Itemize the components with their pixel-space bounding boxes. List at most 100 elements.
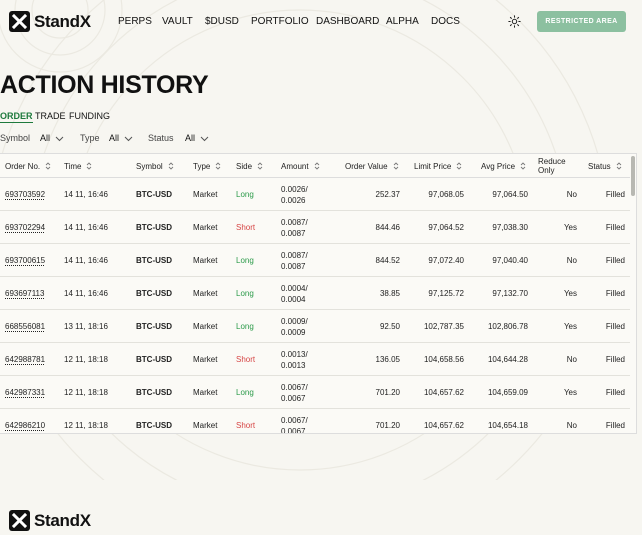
symbol-filter-select[interactable]: All: [40, 133, 50, 143]
type-cell: Market: [193, 289, 218, 298]
amount-filled: 0.0067/: [281, 415, 308, 425]
limit-price-cell: 97,072.40: [428, 256, 464, 265]
avg-price-cell: 104,654.18: [487, 421, 528, 430]
table-row[interactable]: 668556081 13 11, 18:16 BTC-USD Market Long 0.…: [0, 310, 630, 343]
col-label: Order Value: [345, 161, 388, 171]
col-status[interactable]: Status: [588, 154, 622, 178]
standx-logo-icon: [9, 11, 30, 32]
sort-icon[interactable]: [314, 162, 320, 170]
nav-item-alpha[interactable]: ALPHA: [386, 16, 419, 27]
sort-icon[interactable]: [168, 162, 174, 170]
table-row[interactable]: 693702294 14 11, 16:46 BTC-USD Market Short 0…: [0, 211, 630, 244]
amount-cell: 0.0013/0.0013: [281, 343, 308, 376]
col-label: Limit Price: [414, 161, 452, 171]
time-cell: 14 11, 16:46: [64, 223, 108, 232]
tab-trade[interactable]: TRADE: [35, 111, 66, 121]
reduce-only-cell: No: [566, 355, 577, 364]
order-no-link[interactable]: 642986210: [5, 421, 45, 430]
status-filter-select[interactable]: All: [185, 133, 195, 143]
col-label: Symbol: [136, 161, 163, 171]
col-limit-price[interactable]: Limit Price: [414, 154, 462, 178]
amount-cell: 0.0004/0.0004: [281, 277, 308, 310]
avg-price-cell: 97,040.40: [492, 256, 528, 265]
col-side[interactable]: Side: [236, 154, 263, 178]
sort-icon[interactable]: [393, 162, 399, 170]
chevron-down-icon[interactable]: [200, 136, 209, 142]
col-order-no[interactable]: Order No.: [5, 154, 51, 178]
nav-item-vault[interactable]: VAULT: [162, 16, 193, 27]
type-cell: Market: [193, 190, 218, 199]
col-order-value[interactable]: Order Value: [345, 154, 399, 178]
tab-order[interactable]: ORDER: [0, 111, 33, 123]
sort-icon[interactable]: [215, 162, 221, 170]
time-cell: 13 11, 18:16: [64, 322, 108, 331]
status-cell: Filled: [605, 421, 625, 430]
sort-icon[interactable]: [520, 162, 526, 170]
brand-name: StandX: [34, 11, 91, 31]
time-cell: 14 11, 16:46: [64, 256, 108, 265]
side-cell: Long: [236, 322, 254, 331]
order-no-link[interactable]: 642987331: [5, 388, 45, 397]
nav-item-docs[interactable]: DOCS: [431, 16, 460, 27]
amount-total: 0.0067: [281, 393, 306, 403]
col-reduce-only[interactable]: Reduce Only: [538, 154, 578, 178]
restricted-area-button[interactable]: RESTRICTED AREA: [537, 11, 626, 32]
order-no-cell[interactable]: 693697113: [5, 277, 44, 310]
amount-total: 0.0026: [281, 195, 306, 205]
nav-item-perps[interactable]: PERPS: [118, 16, 152, 27]
table-scrollbar[interactable]: [631, 156, 635, 196]
footer-brand-logo[interactable]: StandX: [9, 510, 91, 531]
order-no-cell[interactable]: 642986210: [5, 409, 45, 433]
chevron-down-icon[interactable]: [55, 136, 64, 142]
order-no-link[interactable]: 668556081: [5, 322, 45, 331]
order-no-cell[interactable]: 668556081: [5, 310, 45, 343]
order-no-cell[interactable]: 642988781: [5, 343, 45, 376]
order-no-cell[interactable]: 693702294: [5, 211, 45, 244]
nav-item-dashboard[interactable]: DASHBOARD: [316, 16, 379, 27]
order-no-link[interactable]: 693700615: [5, 256, 45, 265]
sort-icon[interactable]: [45, 162, 51, 170]
amount-filled: 0.0026/: [281, 184, 308, 194]
table-row[interactable]: 693703592 14 11, 16:46 BTC-USD Market Long 0.…: [0, 178, 630, 211]
order-no-link[interactable]: 693702294: [5, 223, 45, 232]
col-symbol[interactable]: Symbol: [136, 154, 174, 178]
amount-cell: 0.0067/0.0067: [281, 409, 308, 434]
standx-logo-icon: [9, 510, 30, 531]
order-no-cell[interactable]: 642987331: [5, 376, 45, 409]
amount-total: 0.0013: [281, 360, 306, 370]
col-avg-price[interactable]: Avg Price: [481, 154, 526, 178]
type-filter-select[interactable]: All: [109, 133, 119, 143]
order-no-link[interactable]: 693697113: [5, 289, 44, 298]
nav-item-portfolio[interactable]: PORTFOLIO: [251, 16, 309, 27]
col-type[interactable]: Type: [193, 154, 221, 178]
order-no-cell[interactable]: 693700615: [5, 244, 45, 277]
order-no-cell[interactable]: 693703592: [5, 178, 45, 211]
table-row[interactable]: 693700615 14 11, 16:46 BTC-USD Market Long 0.…: [0, 244, 630, 277]
tab-funding[interactable]: FUNDING: [69, 111, 110, 121]
table-row[interactable]: 642987331 12 11, 18:18 BTC-USD Market Long 0.…: [0, 376, 630, 409]
table-row[interactable]: 642988781 12 11, 18:18 BTC-USD Market Short 0…: [0, 343, 630, 376]
limit-price-cell: 97,064.52: [428, 223, 464, 232]
amount-total: 0.0087: [281, 228, 306, 238]
reduce-only-cell: No: [566, 190, 577, 199]
order-no-link[interactable]: 693703592: [5, 190, 45, 199]
nav-item-dusd[interactable]: $DUSD: [205, 16, 239, 27]
type-cell: Market: [193, 388, 218, 397]
sort-icon[interactable]: [616, 162, 622, 170]
sun-icon[interactable]: [508, 15, 521, 28]
sort-icon[interactable]: [257, 162, 263, 170]
order-value-cell: 844.46: [375, 223, 400, 232]
sort-icon[interactable]: [86, 162, 92, 170]
col-time[interactable]: Time: [64, 154, 92, 178]
amount-filled: 0.0009/: [281, 316, 308, 326]
table-row[interactable]: 693697113 14 11, 16:46 BTC-USD Market Long 0.…: [0, 277, 630, 310]
sort-icon[interactable]: [456, 162, 462, 170]
chevron-down-icon[interactable]: [124, 136, 133, 142]
brand-logo[interactable]: StandX: [9, 11, 91, 32]
order-no-link[interactable]: 642988781: [5, 355, 45, 364]
col-amount[interactable]: Amount: [281, 154, 320, 178]
col-label: Only: [538, 166, 555, 175]
table-row[interactable]: 642986210 12 11, 18:18 BTC-USD Market Short 0…: [0, 409, 630, 434]
amount-total: 0.0087: [281, 261, 306, 271]
time-cell: 12 11, 18:18: [64, 421, 108, 430]
